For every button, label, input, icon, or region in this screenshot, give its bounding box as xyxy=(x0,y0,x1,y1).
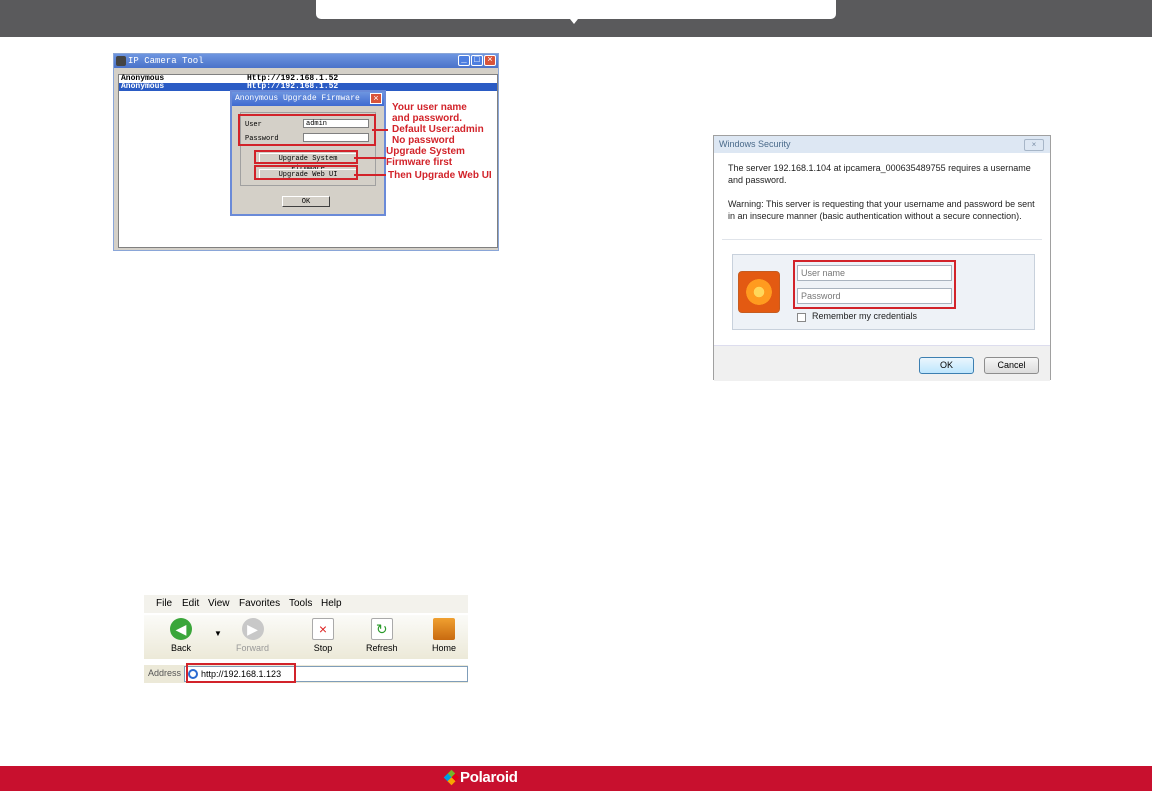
stop-button[interactable]: × Stop xyxy=(312,618,334,653)
back-dropdown-icon[interactable]: ▼ xyxy=(214,629,222,638)
dialog-title-text: Anonymous Upgrade Firmware xyxy=(235,94,360,103)
ok-button[interactable]: OK xyxy=(919,357,974,374)
windows-security-dialog: Windows Security × The server 192.168.1.… xyxy=(713,135,1051,381)
annotation-line xyxy=(354,157,386,159)
menu-favorites[interactable]: Favorites xyxy=(239,598,280,609)
close-icon[interactable]: × xyxy=(1024,139,1044,151)
close-icon[interactable]: × xyxy=(484,55,496,66)
annotation-system-firmware: Upgrade System Firmware first xyxy=(386,146,465,168)
upgrade-dialog-title: Anonymous Upgrade Firmware × xyxy=(232,92,384,106)
stop-label: Stop xyxy=(313,643,333,653)
upgrade-firmware-dialog: Anonymous Upgrade Firmware × User admin … xyxy=(230,90,386,216)
menu-edit[interactable]: Edit xyxy=(182,598,199,609)
remember-label: Remember my credentials xyxy=(812,311,918,321)
home-icon xyxy=(433,618,455,640)
user-avatar-icon xyxy=(738,271,780,313)
dialog-button-bar: OK Cancel xyxy=(714,345,1050,381)
close-icon[interactable]: × xyxy=(370,93,382,104)
menu-help[interactable]: Help xyxy=(321,598,342,609)
camera-name: Anonymous xyxy=(121,82,165,91)
menu-bar: File Edit View Favorites Tools Help xyxy=(144,595,468,613)
refresh-button[interactable]: ↻ Refresh xyxy=(366,618,398,653)
back-button[interactable]: ◀ Back xyxy=(170,618,192,653)
home-button[interactable]: Home xyxy=(432,618,456,653)
forward-button[interactable]: ▶ Forward xyxy=(236,618,269,653)
polaroid-logo: Polaroid xyxy=(443,769,518,786)
menu-view[interactable]: View xyxy=(208,598,230,609)
browser-toolbar-screenshot: File Edit View Favorites Tools Help ◀ Ba… xyxy=(144,595,468,685)
address-label: Address xyxy=(148,668,182,678)
refresh-icon: ↻ xyxy=(370,618,393,640)
address-bar: Address http://192.168.1.123 xyxy=(144,663,468,683)
credentials-highlight xyxy=(793,260,956,309)
header-bar xyxy=(0,0,1152,37)
ip-tool-titlebar: IP Camera Tool _ □ × xyxy=(114,54,498,68)
standard-buttons: ◀ Back ▼ ▶ Forward × Stop ↻ Refresh Home xyxy=(144,615,468,659)
address-highlight xyxy=(186,663,296,683)
brand-name: Polaroid xyxy=(460,769,518,786)
back-label: Back xyxy=(170,643,191,653)
stop-icon: × xyxy=(312,618,334,640)
remember-checkbox[interactable] xyxy=(797,313,806,322)
refresh-label: Refresh xyxy=(366,643,398,653)
header-title-box xyxy=(316,0,836,24)
windows-security-titlebar: Windows Security × xyxy=(714,136,1050,153)
dialog-title: Windows Security xyxy=(719,139,791,149)
cancel-button[interactable]: Cancel xyxy=(984,357,1039,374)
minimize-icon[interactable]: _ xyxy=(458,55,470,66)
home-label: Home xyxy=(432,643,457,653)
camera-app-icon xyxy=(116,56,126,66)
warning-message: Warning: This server is requesting that … xyxy=(728,199,1035,221)
maximize-icon[interactable]: □ xyxy=(471,55,483,66)
back-arrow-icon: ◀ xyxy=(170,618,192,640)
credentials-panel: User name Password Remember my credentia… xyxy=(732,254,1035,330)
system-firmware-highlight xyxy=(254,150,358,164)
annotation-web-ui: Then Upgrade Web UI xyxy=(388,170,492,181)
ok-button[interactable]: OK xyxy=(282,196,330,207)
annotation-credentials: Your user name and password. Default Use… xyxy=(392,102,484,146)
web-ui-highlight xyxy=(254,165,358,180)
credentials-highlight xyxy=(238,114,376,146)
forward-arrow-icon: ▶ xyxy=(241,618,264,640)
menu-tools[interactable]: Tools xyxy=(289,598,312,609)
server-message: The server 192.168.1.104 at ipcamera_000… xyxy=(728,163,1031,185)
forward-label: Forward xyxy=(236,643,270,653)
divider xyxy=(722,239,1042,240)
annotation-line xyxy=(372,129,388,131)
ip-tool-title: IP Camera Tool xyxy=(128,56,204,66)
ip-camera-tool-window: IP Camera Tool _ □ × Anonymous Http://19… xyxy=(113,53,499,251)
footer-bar: Polaroid xyxy=(0,766,1152,791)
menu-file[interactable]: File xyxy=(156,598,172,609)
annotation-line xyxy=(354,174,386,176)
polaroid-diamond-icon xyxy=(443,769,460,786)
